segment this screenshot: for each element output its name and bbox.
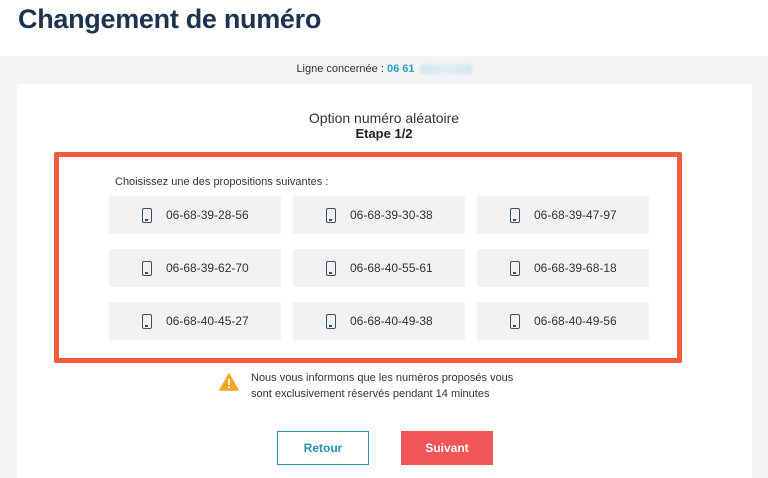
number-option-label: 06-68-39-28-56 bbox=[166, 208, 249, 222]
number-option-label: 06-68-40-49-38 bbox=[350, 314, 433, 328]
next-button[interactable]: Suivant bbox=[401, 431, 493, 465]
page-title: Changement de numéro bbox=[18, 4, 322, 34]
notice-line-1: Nous vous informons que les numéros prop… bbox=[251, 372, 514, 384]
line-number-masked bbox=[419, 64, 472, 75]
number-option-label: 06-68-40-49-56 bbox=[534, 314, 617, 328]
number-proposals-grid: 06-68-39-28-56 06-68-39-30-38 06-68-39-4… bbox=[109, 196, 649, 340]
line-number: 06 61 bbox=[386, 63, 415, 75]
proposals-label: Choisissez une des propositions suivante… bbox=[115, 176, 329, 188]
mobile-phone-icon bbox=[326, 207, 336, 223]
number-option[interactable]: 06-68-39-30-38 bbox=[293, 196, 465, 234]
number-option[interactable]: 06-68-40-49-38 bbox=[293, 302, 465, 340]
warning-triangle-icon bbox=[219, 373, 239, 391]
number-option[interactable]: 06-68-40-55-61 bbox=[293, 249, 465, 287]
reservation-notice: Nous vous informons que les numéros prop… bbox=[219, 370, 551, 402]
mobile-phone-icon bbox=[142, 260, 152, 276]
mobile-phone-icon bbox=[142, 207, 152, 223]
notice-text: Nous vous informons que les numéros prop… bbox=[251, 370, 551, 402]
number-option[interactable]: 06-68-40-45-27 bbox=[109, 302, 281, 340]
back-button[interactable]: Retour bbox=[277, 431, 369, 465]
number-option-label: 06-68-39-30-38 bbox=[350, 208, 433, 222]
number-option-label: 06-68-40-45-27 bbox=[166, 314, 249, 328]
mobile-phone-icon bbox=[510, 207, 520, 223]
notice-line-2: sont exclusivement réservés pendant 14 m… bbox=[251, 388, 490, 400]
mobile-phone-icon bbox=[510, 313, 520, 329]
mobile-phone-icon bbox=[326, 260, 336, 276]
number-option-label: 06-68-40-55-61 bbox=[350, 261, 433, 275]
number-option-label: 06-68-39-47-97 bbox=[534, 208, 617, 222]
line-label: Ligne concernée : bbox=[296, 63, 387, 75]
number-option[interactable]: 06-68-39-62-70 bbox=[109, 249, 281, 287]
number-option[interactable]: 06-68-39-28-56 bbox=[109, 196, 281, 234]
step-indicator: Etape 1/2 bbox=[355, 126, 413, 141]
number-option-label: 06-68-39-68-18 bbox=[534, 261, 617, 275]
line-info: Ligne concernée : 06 61 bbox=[0, 58, 768, 80]
mobile-phone-icon bbox=[326, 313, 336, 329]
number-option[interactable]: 06-68-40-49-56 bbox=[477, 302, 649, 340]
mobile-phone-icon bbox=[510, 260, 520, 276]
option-title: Option numéro aléatoire bbox=[308, 110, 460, 126]
number-option[interactable]: 06-68-39-68-18 bbox=[477, 249, 649, 287]
number-option-label: 06-68-39-62-70 bbox=[166, 261, 249, 275]
number-option[interactable]: 06-68-39-47-97 bbox=[477, 196, 649, 234]
mobile-phone-icon bbox=[142, 313, 152, 329]
